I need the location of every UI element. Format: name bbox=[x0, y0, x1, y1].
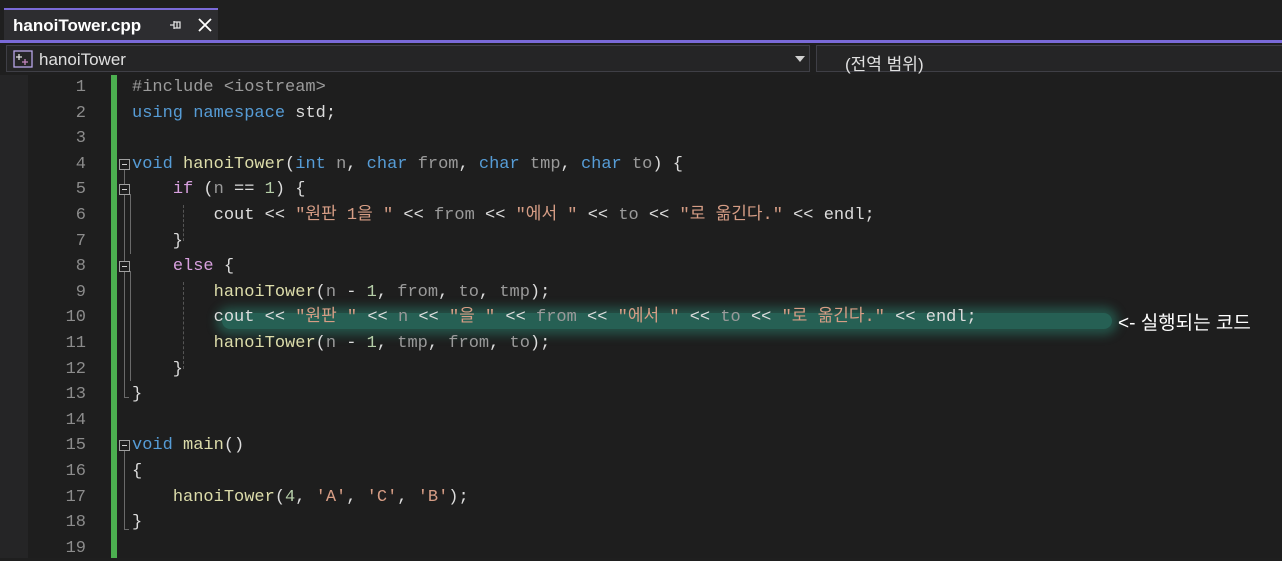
line-number: 15 bbox=[65, 436, 86, 456]
scope-left-label: hanoiTower bbox=[39, 50, 126, 69]
code-line: 1 #include <iostream> bbox=[0, 75, 1282, 101]
line-number: 7 bbox=[75, 231, 86, 251]
line-number: 18 bbox=[65, 513, 86, 533]
line-text: } bbox=[132, 231, 184, 251]
line-number: 2 bbox=[75, 103, 86, 123]
code-line: 16 { bbox=[0, 459, 1282, 485]
line-text: using namespace std; bbox=[132, 103, 337, 123]
code-line: 19 bbox=[0, 536, 1282, 561]
code-line: 14 bbox=[0, 408, 1282, 434]
line-number: 3 bbox=[75, 129, 86, 149]
code-line: 6 cout << "원판 1을 " << from << "에서 " << t… bbox=[0, 203, 1282, 229]
code-line: 4 void hanoiTower(int n, char from, char… bbox=[0, 152, 1282, 178]
tab-hanoitower-cpp[interactable]: hanoiTower.cpp bbox=[4, 8, 218, 40]
line-number: 12 bbox=[65, 359, 86, 379]
line-number: 8 bbox=[75, 257, 86, 277]
line-number: 6 bbox=[75, 206, 86, 225]
line-number: 14 bbox=[65, 410, 86, 430]
code-line: 8 else { bbox=[0, 254, 1282, 280]
line-number: 17 bbox=[65, 487, 86, 507]
fold-collapse-icon[interactable] bbox=[119, 158, 130, 170]
line-number: 10 bbox=[65, 308, 86, 328]
fold-collapse-icon[interactable] bbox=[119, 261, 130, 273]
fold-collapse-icon[interactable] bbox=[119, 440, 130, 452]
navigation-bar: hanoiTower (전역 범위) bbox=[0, 43, 1282, 75]
tab-bar: hanoiTower.cpp bbox=[0, 0, 1282, 40]
line-text: { bbox=[132, 462, 143, 481]
code-line: 3 bbox=[0, 126, 1282, 152]
pin-icon[interactable] bbox=[168, 17, 184, 33]
line-text: void hanoiTower(int n, char from, char t… bbox=[132, 154, 683, 174]
line-number: 4 bbox=[75, 154, 86, 174]
code-line: 5 if (n == 1) { bbox=[0, 177, 1282, 203]
line-number: 1 bbox=[75, 78, 86, 97]
line-text: hanoiTower(n - 1, tmp, from, to); bbox=[213, 334, 551, 353]
line-text: #include <iostream> bbox=[132, 78, 326, 97]
class-icon bbox=[13, 50, 33, 68]
line-text: void main() bbox=[132, 436, 245, 456]
tab-title: hanoiTower.cpp bbox=[13, 16, 142, 35]
fold-collapse-icon[interactable] bbox=[119, 184, 130, 196]
code-line: 13 } bbox=[0, 382, 1282, 408]
code-line: 15 void main() bbox=[0, 433, 1282, 459]
line-text: } bbox=[132, 513, 143, 533]
line-text: } bbox=[132, 359, 184, 379]
line-number: 9 bbox=[75, 282, 86, 302]
code-line: 11 hanoiTower(n - 1, tmp, from, to); bbox=[0, 331, 1282, 357]
handwritten-annotation: <- 실행되는 코드 bbox=[1118, 313, 1251, 334]
line-number: 19 bbox=[65, 538, 86, 558]
scope-right-label: (전역 범위) bbox=[845, 55, 924, 74]
code-line: 7 } bbox=[0, 229, 1282, 255]
code-line-executing: 10 cout << "원판 " << n << "을 " << from <<… bbox=[0, 305, 1282, 331]
dropdown-icon[interactable] bbox=[795, 56, 805, 62]
line-text: cout << "원판 1을 " << from << "에서 " << to … bbox=[132, 206, 875, 225]
scope-dropdown-left[interactable]: hanoiTower bbox=[6, 45, 810, 72]
line-number: 11 bbox=[65, 334, 86, 353]
line-number: 13 bbox=[65, 385, 86, 405]
line-text: if (n == 1) { bbox=[172, 180, 306, 200]
line-text: hanoiTower(n - 1, from, to, tmp); bbox=[213, 282, 551, 302]
code-line: 12 } bbox=[0, 357, 1282, 383]
scope-dropdown-right[interactable]: (전역 범위) bbox=[816, 45, 1282, 74]
code-line: 18 } bbox=[0, 510, 1282, 536]
line-text: hanoiTower(4, 'A', 'C', 'B'); bbox=[172, 487, 469, 507]
line-text: else { bbox=[172, 257, 235, 277]
close-icon[interactable] bbox=[196, 16, 214, 34]
code-line: 9 hanoiTower(n - 1, from, to, tmp); bbox=[0, 280, 1282, 306]
code-line: 2 using namespace std; bbox=[0, 101, 1282, 127]
line-number: 16 bbox=[65, 462, 86, 481]
code-line: 17 hanoiTower(4, 'A', 'C', 'B'); bbox=[0, 485, 1282, 511]
line-number: 5 bbox=[75, 180, 86, 200]
line-text: cout << "원판 " << n << "을 " << from << "에… bbox=[132, 308, 977, 328]
code-editor[interactable]: 1 #include <iostream> 2 using namespace … bbox=[0, 75, 1282, 558]
line-text: } bbox=[132, 385, 143, 405]
